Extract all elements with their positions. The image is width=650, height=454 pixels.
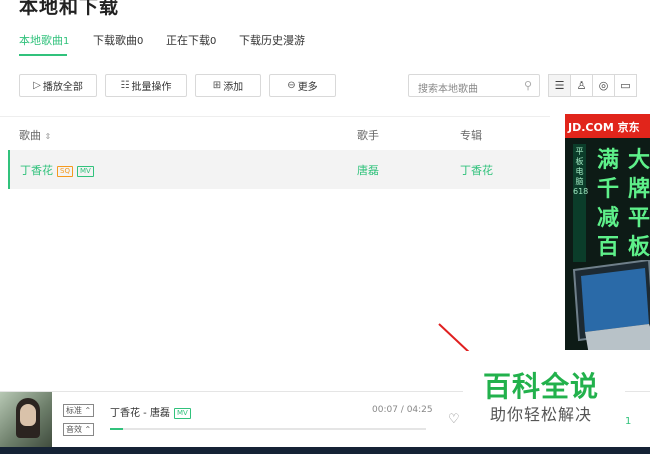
advertisement-banner[interactable]: JD.COM 京东 平板电脑618 满千减百 大牌平板 [565,114,650,350]
play-icon: ▷ [33,80,41,91]
tab-local-songs[interactable]: 本地歌曲1 [19,32,69,48]
heart-icon[interactable]: ♡ [448,412,460,427]
song-column-header[interactable]: 歌曲 ⇕ [19,127,51,143]
tab-count: 0 [210,36,217,47]
search-input[interactable]: 搜索本地歌曲 ⚲ [408,74,540,97]
search-placeholder: 搜索本地歌曲 [418,84,478,95]
progress-fill [110,428,123,430]
more-label: 更多 [297,82,318,93]
watermark-title: 百科全说 [483,370,600,403]
folder-view-icon[interactable]: ▭ [614,74,637,97]
tab-bar: 本地歌曲1 下载歌曲0 正在下载0 下载历史漫游 [0,24,650,56]
song-cell[interactable]: 丁香花 SQ MV [20,162,94,178]
taskbar [0,447,650,454]
list-view-icon[interactable]: ☰ [548,74,571,97]
tab-download-history[interactable]: 下载历史漫游 [239,32,305,48]
quality-label: 标准 [66,406,82,415]
batch-operation-button[interactable]: ☷ 批量操作 [105,74,187,97]
search-icon[interactable]: ⚲ [524,79,532,92]
view-mode-group: ☰ ♙ ◎ ▭ [548,74,640,97]
tab-label: 下载历史漫游 [239,34,305,47]
watermark-subtitle: 助你轻松解决 [490,405,593,424]
singer-column-header: 歌手 [357,129,379,142]
album-cover[interactable] [0,392,52,449]
add-label: 添加 [223,82,244,93]
checklist-icon: ☷ [120,80,130,91]
album-column-header: 专辑 [460,129,482,142]
tab-count: 1 [63,36,70,47]
active-tab-indicator [19,54,67,56]
table-row[interactable]: 丁香花 SQ MV 唐磊 丁香花 [8,150,550,189]
tab-downloaded-songs[interactable]: 下载歌曲0 [93,32,143,48]
now-playing[interactable]: 丁香花 - 唐磊 MV [110,404,191,419]
album-cell[interactable]: 丁香花 [460,162,493,178]
more-button[interactable]: ⊖ 更多 [269,74,336,97]
tab-label: 本地歌曲 [19,34,63,47]
now-playing-title: 丁香花 - 唐磊 [110,408,170,419]
add-button[interactable]: ⊞ 添加 [195,74,261,97]
tab-downloading[interactable]: 正在下载0 [166,32,216,48]
quality-button[interactable]: 标准 ⌃ [63,404,95,417]
batch-label: 批量操作 [131,82,172,93]
baike-watermark: 百科全说 助你轻松解决 [463,351,625,431]
singer-cell[interactable]: 唐磊 [357,162,379,178]
play-all-label: 播放全部 [42,82,83,93]
page-title: 本地和下载 [19,0,120,18]
table-header: 歌曲 ⇕ 歌手 专辑 [0,116,550,150]
more-circle-icon: ⊖ [287,80,296,91]
play-time: 00:07 / 04:25 [372,405,433,415]
chevron-up-icon: ⌃ [84,425,92,434]
ad-slogan-2: 大牌平板 [627,148,650,260]
singer-view-icon[interactable]: ♙ [570,74,593,97]
mv-badge[interactable]: MV [173,408,191,419]
plus-box-icon: ⊞ [212,80,222,91]
playlist-count[interactable]: 1 [625,416,631,427]
ad-brand: JD.COM 京东 [565,114,650,138]
sq-badge: SQ [57,166,73,177]
ad-side-text: 平板电脑618 [573,144,588,262]
mv-badge[interactable]: MV [76,166,94,177]
chevron-up-icon: ⌃ [84,406,92,415]
cover-figure-face [20,404,36,426]
play-all-button[interactable]: ▷ 播放全部 [19,74,97,97]
song-name: 丁香花 [20,164,53,177]
song-header-label: 歌曲 [19,129,41,142]
tab-label: 正在下载 [166,34,210,47]
album-view-icon[interactable]: ◎ [592,74,615,97]
progress-bar[interactable] [110,428,426,430]
laptop-image [572,260,650,350]
sort-icon[interactable]: ⇕ [45,132,52,141]
tab-label: 下载歌曲 [93,34,137,47]
qq-music-window: 本地和下载 本地歌曲1 下载歌曲0 正在下载0 下载历史漫游 ▷ 播放全部 ☷ 批量… [0,0,650,454]
tab-count: 0 [137,36,144,47]
effect-label: 音效 [66,425,82,434]
ad-slogan-1: 满千减百 [596,148,619,260]
sound-effect-button[interactable]: 音效 ⌃ [63,423,95,436]
